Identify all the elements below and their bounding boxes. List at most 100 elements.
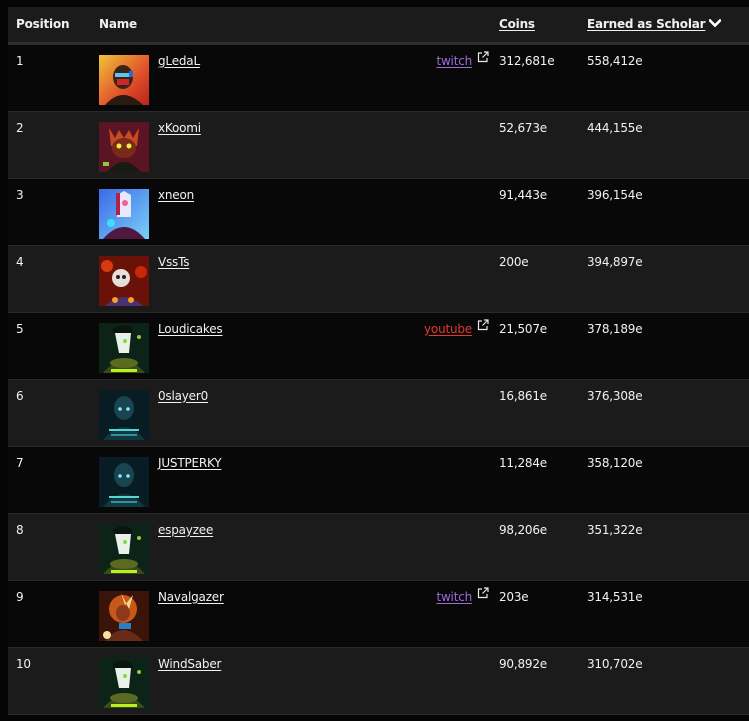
header-position-label: Position (16, 17, 70, 32)
youtube-link[interactable]: youtube (424, 322, 472, 336)
earned-cell: 394,897e (579, 245, 749, 312)
earned-value: 378,189e (587, 321, 643, 336)
position-value: 6 (16, 388, 24, 403)
player-name-link[interactable]: 0slayer0 (158, 389, 208, 403)
player-name-link[interactable]: VssTs (158, 255, 190, 269)
earned-value: 358,120e (587, 455, 643, 470)
coins-cell: 11,284e (491, 446, 579, 513)
leaderboard: Position Name Coins Earned as Scholar 1 … (8, 7, 749, 715)
leaderboard-table: Position Name Coins Earned as Scholar 1 … (8, 7, 749, 715)
position-value: 1 (16, 53, 24, 68)
coins-value: 52,673e (499, 120, 547, 135)
position-cell: 5 (8, 312, 91, 379)
coins-cell: 52,673e (491, 111, 579, 178)
position-cell: 7 (8, 446, 91, 513)
external-link-icon (477, 586, 489, 598)
header-coins[interactable]: Coins (491, 7, 579, 43)
position-cell: 8 (8, 513, 91, 580)
coins-cell: 21,507e (491, 312, 579, 379)
earned-value: 310,702e (587, 656, 643, 671)
coins-cell: 91,443e (491, 178, 579, 245)
name-cell: Navalgazer twitch (91, 580, 491, 647)
avatar[interactable] (99, 657, 149, 708)
earned-cell: 314,531e (579, 580, 749, 647)
position-value: 10 (16, 656, 31, 671)
avatar[interactable] (99, 322, 149, 373)
coins-value: 200e (499, 254, 529, 269)
coins-value: 203e (499, 589, 529, 604)
table-row-2: 2 xKoomi 52,673e 444,155e (8, 111, 749, 178)
table-row-5: 5 Loudicakes youtube 21,507e 378,189e (8, 312, 749, 379)
name-cell: JUSTPERKY (91, 446, 491, 513)
player-name-link[interactable]: xKoomi (158, 121, 201, 135)
coins-cell: 90,892e (491, 647, 579, 714)
social-link-group[interactable]: twitch (436, 50, 489, 68)
name-cell: xKoomi (91, 111, 491, 178)
avatar[interactable] (99, 188, 149, 239)
earned-value: 558,412e (587, 53, 643, 68)
position-cell: 6 (8, 379, 91, 446)
avatar[interactable] (99, 121, 149, 172)
chevron-down-icon[interactable] (708, 17, 723, 31)
position-value: 5 (16, 321, 24, 336)
name-cell: WindSaber (91, 647, 491, 714)
coins-cell: 98,206e (491, 513, 579, 580)
player-name-link[interactable]: JUSTPERKY (158, 456, 222, 470)
social-link-group[interactable]: youtube (424, 318, 489, 336)
player-name-link[interactable]: Loudicakes (158, 322, 223, 336)
earned-cell: 358,120e (579, 446, 749, 513)
table-header-row: Position Name Coins Earned as Scholar (8, 7, 749, 43)
table-row-3: 3 xneon 91,443e 396,154e (8, 178, 749, 245)
avatar[interactable] (99, 54, 149, 105)
position-cell: 10 (8, 647, 91, 714)
earned-cell: 351,322e (579, 513, 749, 580)
name-cell: 0slayer0 (91, 379, 491, 446)
coins-value: 90,892e (499, 656, 547, 671)
twitch-link[interactable]: twitch (436, 54, 472, 68)
name-cell: Loudicakes youtube (91, 312, 491, 379)
earned-value: 394,897e (587, 254, 643, 269)
table-row-8: 8 espayzee 98,206e 351,322e (8, 513, 749, 580)
player-name-link[interactable]: espayzee (158, 523, 213, 537)
player-name-link[interactable]: xneon (158, 188, 194, 202)
player-name-link[interactable]: Navalgazer (158, 590, 224, 604)
avatar[interactable] (99, 523, 149, 574)
earned-cell: 444,155e (579, 111, 749, 178)
avatar[interactable] (99, 255, 149, 306)
position-cell: 4 (8, 245, 91, 312)
position-cell: 3 (8, 178, 91, 245)
earned-value: 314,531e (587, 589, 643, 604)
sort-by-coins-link[interactable]: Coins (499, 17, 535, 31)
earned-value: 376,308e (587, 388, 643, 403)
name-cell: espayzee (91, 513, 491, 580)
coins-value: 16,861e (499, 388, 547, 403)
header-name-label: Name (99, 17, 137, 32)
social-link-group[interactable]: twitch (436, 586, 489, 604)
table-row-9: 9 Navalgazer twitch 203e 314,531e (8, 580, 749, 647)
avatar[interactable] (99, 456, 149, 507)
table-row-7: 7 JUSTPERKY 11,284e 358,120e (8, 446, 749, 513)
position-value: 2 (16, 120, 24, 135)
name-cell: xneon (91, 178, 491, 245)
external-link-icon (477, 318, 489, 330)
external-link-icon (477, 50, 489, 62)
coins-value: 312,681e (499, 53, 555, 68)
coins-cell: 16,861e (491, 379, 579, 446)
earned-cell: 378,189e (579, 312, 749, 379)
earned-value: 396,154e (587, 187, 643, 202)
earned-cell: 376,308e (579, 379, 749, 446)
position-cell: 1 (8, 43, 91, 111)
avatar[interactable] (99, 389, 149, 440)
sort-by-earned-link[interactable]: Earned as Scholar (587, 17, 706, 31)
header-earned-as-scholar[interactable]: Earned as Scholar (579, 7, 749, 43)
earned-cell: 558,412e (579, 43, 749, 111)
player-name-link[interactable]: WindSaber (158, 657, 221, 671)
name-cell: VssTs (91, 245, 491, 312)
twitch-link[interactable]: twitch (436, 590, 472, 604)
table-row-6: 6 0slayer0 16,861e 376,308e (8, 379, 749, 446)
earned-value: 444,155e (587, 120, 643, 135)
coins-cell: 200e (491, 245, 579, 312)
avatar[interactable] (99, 590, 149, 641)
header-position: Position (8, 7, 91, 43)
player-name-link[interactable]: gLedaL (158, 54, 200, 68)
